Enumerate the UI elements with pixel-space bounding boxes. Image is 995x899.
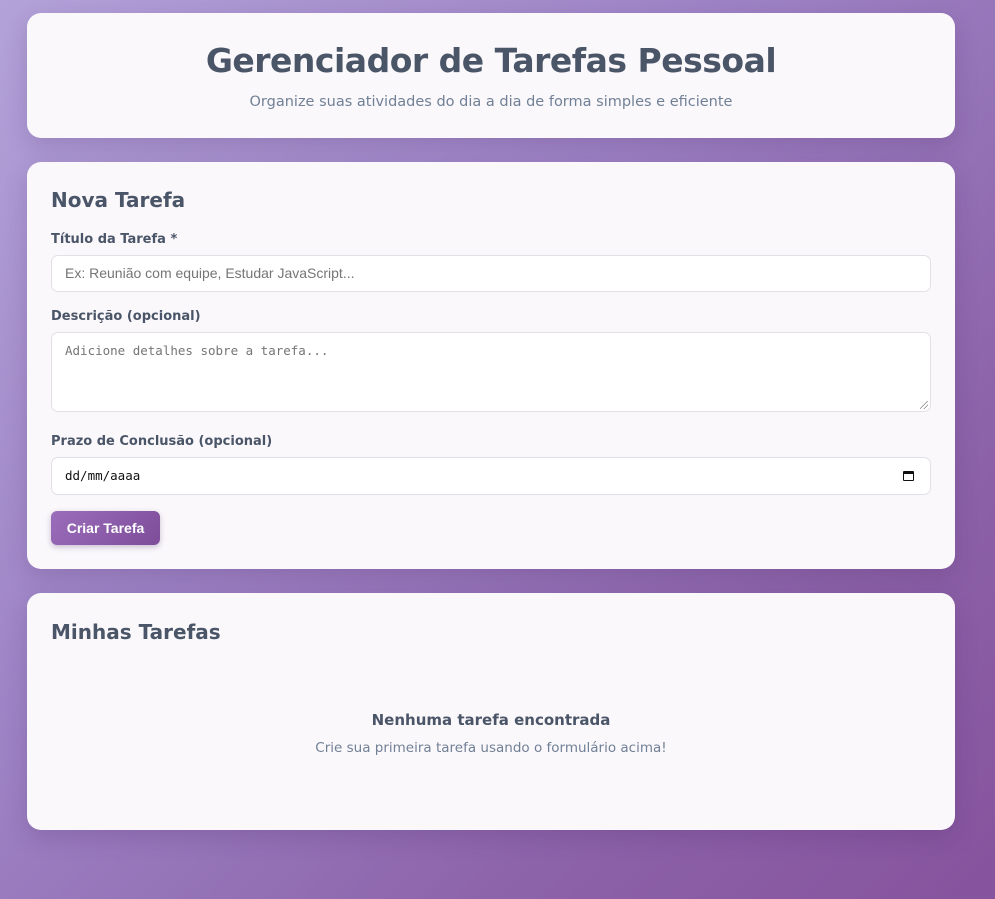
task-deadline-input[interactable]: dd/mm/aaaa [51, 457, 931, 495]
task-title-placeholder: Ex: Reunião com equipe, Estudar JavaScri… [65, 265, 355, 281]
description-field-label: Descrição (opcional) [51, 309, 201, 324]
header-card: Gerenciador de Tarefas Pessoal Organize … [27, 13, 955, 138]
new-task-form: Nova Tarefa Título da Tarefa * Ex: Reuni… [27, 162, 955, 569]
task-title-input[interactable]: Ex: Reunião com equipe, Estudar JavaScri… [51, 255, 931, 292]
calendar-icon[interactable] [903, 471, 914, 481]
page-title: Gerenciador de Tarefas Pessoal [205, 41, 777, 80]
empty-state-subtitle: Crie sua primeira tarefa usando o formul… [315, 740, 667, 756]
title-field-label: Título da Tarefa * [51, 232, 178, 247]
task-deadline-placeholder: dd/mm/aaaa [65, 468, 141, 483]
task-list-card: Minhas Tarefas Nenhuma tarefa encontrada… [27, 593, 955, 830]
new-task-heading: Nova Tarefa [51, 188, 186, 212]
my-tasks-heading: Minhas Tarefas [51, 620, 221, 644]
task-description-textarea[interactable]: Adicione detalhes sobre a tarefa... [51, 332, 931, 412]
page-subtitle: Organize suas atividades do dia a dia de… [249, 94, 733, 110]
create-task-button[interactable]: Criar Tarefa [51, 511, 160, 545]
deadline-field-label: Prazo de Conclusão (opcional) [51, 434, 273, 449]
task-description-placeholder: Adicione detalhes sobre a tarefa... [65, 343, 329, 358]
resize-grip-icon[interactable] [920, 401, 928, 409]
empty-state-title: Nenhuma tarefa encontrada [371, 711, 611, 729]
